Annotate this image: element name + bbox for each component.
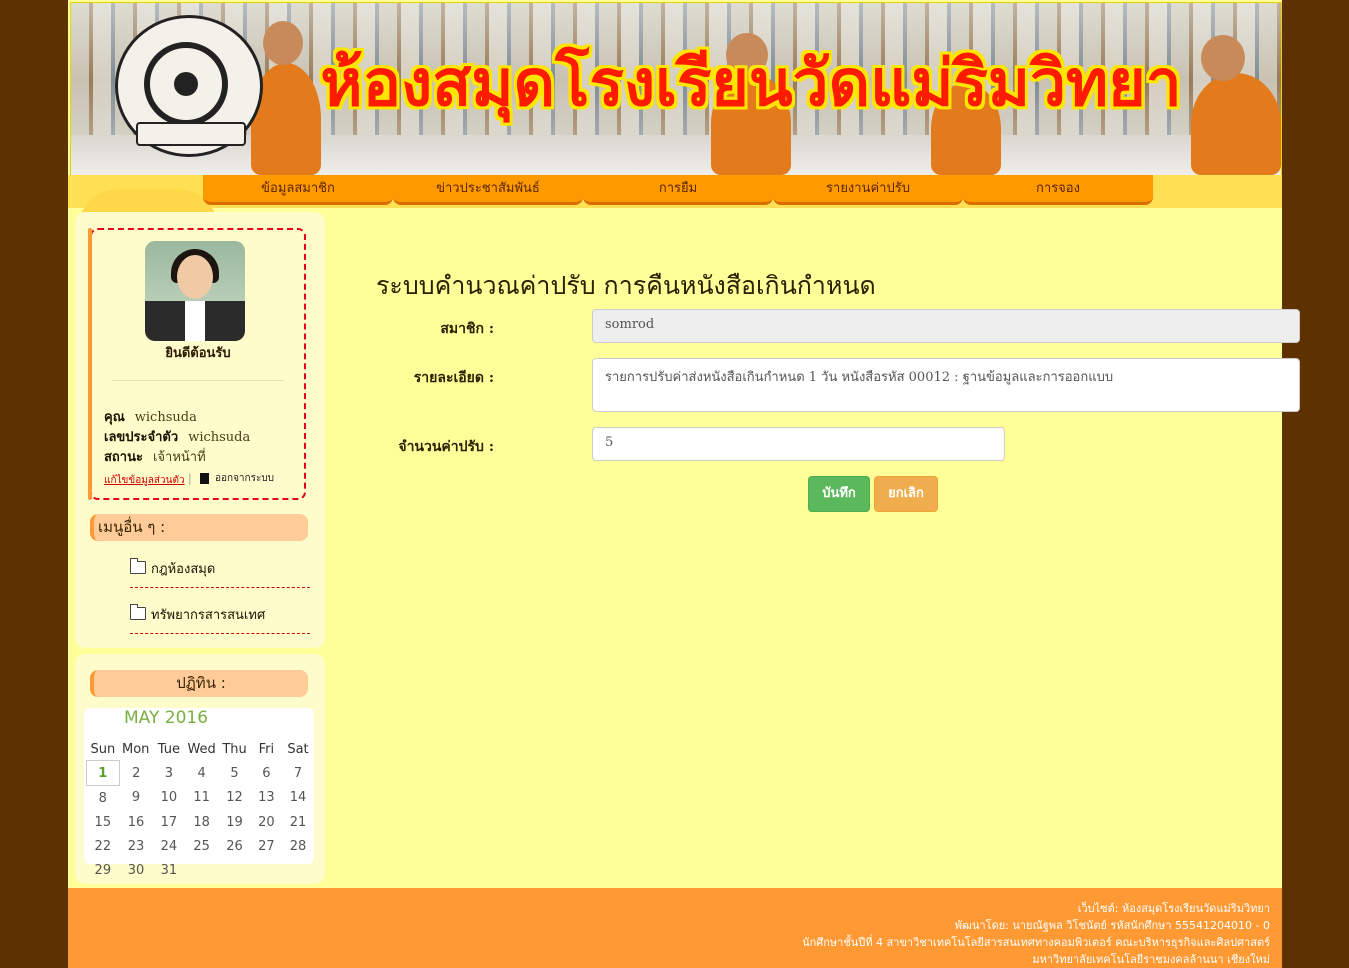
calendar-weekday: Sat bbox=[287, 741, 309, 757]
calendar-day[interactable]: 12 bbox=[218, 786, 251, 811]
logout-icon bbox=[200, 472, 209, 484]
calendar-day[interactable]: 25 bbox=[185, 834, 218, 858]
calendar-heading: ปฏิทิน : bbox=[90, 670, 308, 697]
calendar-day[interactable]: 10 bbox=[153, 786, 185, 811]
calendar-day[interactable]: 1 bbox=[86, 760, 120, 786]
calendar-day[interactable]: 17 bbox=[153, 810, 185, 834]
nav-item-fine-report[interactable]: รายงานค่าปรับ bbox=[773, 175, 963, 205]
calendar-weekday: Wed bbox=[187, 741, 216, 757]
calendar-day[interactable]: 21 bbox=[282, 810, 314, 834]
page: ห้องสมุดโรงเรียนวัดแม่ริมวิทยา ข้อมูลสมา… bbox=[68, 0, 1300, 968]
welcome-text: ยินดีต้อนรับ bbox=[165, 346, 231, 361]
calendar-day[interactable]: 9 bbox=[119, 786, 153, 811]
user-id-value: wichsuda bbox=[188, 430, 251, 445]
calendar-day[interactable]: 20 bbox=[251, 810, 282, 834]
footer-developer: พัฒนาโดย: นายณัฐพล วิโชนัตย์ รหัสนักศึกษ… bbox=[954, 919, 1270, 932]
calendar-day[interactable]: 2 bbox=[119, 761, 153, 786]
member-field: somrod bbox=[592, 309, 1300, 343]
calendar-empty-cell bbox=[251, 858, 282, 882]
calendar-day[interactable]: 30 bbox=[119, 858, 153, 882]
page-title: ระบบคำนวณค่าปรับ การคืนหนังสือเกินกำหนด bbox=[376, 271, 876, 300]
calendar-weekday: Fri bbox=[258, 741, 275, 757]
folder-icon bbox=[130, 558, 146, 574]
calendar-empty-cell bbox=[218, 858, 251, 882]
calendar-day[interactable]: 14 bbox=[282, 786, 314, 811]
nav-item-news[interactable]: ข่าวประชาสัมพันธ์ bbox=[393, 175, 583, 205]
logout-link[interactable]: ออกจากระบบ bbox=[200, 471, 274, 486]
user-status-value: เจ้าหน้าที่ bbox=[152, 450, 206, 465]
calendar: MAY 2016 Sun Mon Tue Wed Thu Fri Sat 123456789… bbox=[84, 708, 314, 878]
edit-profile-link[interactable]: แก้ไขข้อมูลส่วนตัว bbox=[104, 473, 185, 488]
calendar-day[interactable]: 27 bbox=[251, 834, 282, 858]
calendar-day[interactable]: 7 bbox=[282, 761, 314, 786]
user-id-row: เลขประจำตัว wichsuda bbox=[104, 426, 250, 447]
main-content: ระบบคำนวณค่าปรับ การคืนหนังสือเกินกำหนด … bbox=[330, 208, 1300, 888]
user-status-row: สถานะ เจ้าหน้าที่ bbox=[104, 446, 206, 467]
logout-label: ออกจากระบบ bbox=[215, 473, 275, 484]
user-id-label: เลขประจำตัว bbox=[104, 430, 179, 445]
user-name-value: wichsuda bbox=[134, 410, 197, 425]
calendar-day[interactable]: 24 bbox=[153, 834, 185, 858]
fine-amount-field[interactable]: 5 bbox=[592, 427, 1005, 461]
calendar-day[interactable]: 3 bbox=[153, 761, 185, 786]
calendar-day[interactable]: 5 bbox=[218, 761, 251, 786]
site-title: ห้องสมุดโรงเรียนวัดแม่ริมวิทยา bbox=[320, 47, 1182, 121]
calendar-day[interactable]: 11 bbox=[185, 786, 218, 811]
calendar-day[interactable]: 8 bbox=[87, 786, 120, 811]
calendar-weekday: Mon bbox=[122, 741, 150, 757]
fine-amount-label: จำนวนค่าปรับ : bbox=[398, 439, 494, 455]
other-menu-heading: เมนูอื่น ๆ : bbox=[90, 514, 308, 541]
header-banner: ห้องสมุดโรงเรียนวัดแม่ริมวิทยา bbox=[70, 2, 1282, 176]
menu-item-information-resources[interactable]: ทรัพยากรสารสนเทศ bbox=[130, 603, 310, 634]
calendar-day[interactable]: 13 bbox=[251, 786, 282, 811]
calendar-day[interactable]: 6 bbox=[251, 761, 282, 786]
user-name-row: คุณ wichsuda bbox=[104, 406, 197, 427]
calendar-day[interactable]: 18 bbox=[185, 810, 218, 834]
calendar-day[interactable]: 16 bbox=[119, 810, 153, 834]
main-nav: ข้อมูลสมาชิก ข่าวประชาสัมพันธ์ การยืม รา… bbox=[203, 175, 1153, 206]
calendar-day[interactable]: 23 bbox=[119, 834, 153, 858]
footer-website: เว็บไซต์: ห้องสมุดโรงเรียนวัดแม่ริมวิทยา bbox=[1077, 902, 1270, 915]
user-profile-card: ยินดีต้อนรับ คุณ wichsuda เลขประจำตัว wich… bbox=[88, 228, 306, 500]
footer: เว็บไซต์: ห้องสมุดโรงเรียนวัดแม่ริมวิทยา… bbox=[68, 888, 1282, 968]
detail-label: รายละเอียด : bbox=[413, 370, 494, 386]
calendar-weekday: Thu bbox=[222, 741, 247, 757]
nav-item-borrow[interactable]: การยืม bbox=[583, 175, 773, 205]
avatar bbox=[145, 241, 245, 341]
calendar-day[interactable]: 15 bbox=[87, 810, 120, 834]
cancel-button[interactable]: ยกเลิก bbox=[874, 476, 938, 512]
user-name-label: คุณ bbox=[104, 410, 125, 425]
member-label: สมาชิก : bbox=[440, 321, 494, 337]
folder-icon bbox=[130, 604, 146, 620]
calendar-grid: Sun Mon Tue Wed Thu Fri Sat 1 2 3 4 5 6 7 8 9 10 11 12 13 1… bbox=[86, 738, 314, 882]
calendar-weekday: Tue bbox=[157, 741, 180, 757]
nav-item-reservation[interactable]: การจอง bbox=[963, 175, 1153, 205]
link-separator: | bbox=[188, 472, 192, 485]
calendar-day[interactable]: 28 bbox=[282, 834, 314, 858]
calendar-weekday: Sun bbox=[90, 741, 116, 757]
nav-item-members[interactable]: ข้อมูลสมาชิก bbox=[203, 175, 393, 205]
calendar-day[interactable]: 29 bbox=[87, 858, 120, 882]
calendar-day[interactable]: 31 bbox=[153, 858, 185, 882]
calendar-empty-cell bbox=[185, 858, 218, 882]
calendar-day[interactable]: 4 bbox=[185, 761, 218, 786]
footer-student-info: นักศึกษาชั้นปีที่ 4 สาขาวิชาเทคโนโลยีสาร… bbox=[802, 936, 1270, 949]
calendar-day[interactable]: 22 bbox=[87, 834, 120, 858]
detail-textarea[interactable]: รายการปรับค่าส่งหนังสือเกินกำหนด 1 วัน ห… bbox=[592, 358, 1300, 412]
user-status-label: สถานะ bbox=[104, 450, 143, 465]
save-button[interactable]: บันทึก bbox=[808, 476, 870, 512]
school-logo bbox=[115, 15, 263, 157]
calendar-month: MAY 2016 bbox=[124, 708, 209, 728]
menu-item-library-rules[interactable]: กฎห้องสมุด bbox=[130, 557, 310, 588]
divider bbox=[112, 380, 284, 381]
calendar-day[interactable]: 26 bbox=[218, 834, 251, 858]
calendar-day[interactable]: 19 bbox=[218, 810, 251, 834]
calendar-empty-cell bbox=[282, 858, 314, 882]
footer-university: มหาวิทยาลัยเทคโนโลยีราชมงคลล้านนา เชียงใ… bbox=[1032, 953, 1270, 966]
